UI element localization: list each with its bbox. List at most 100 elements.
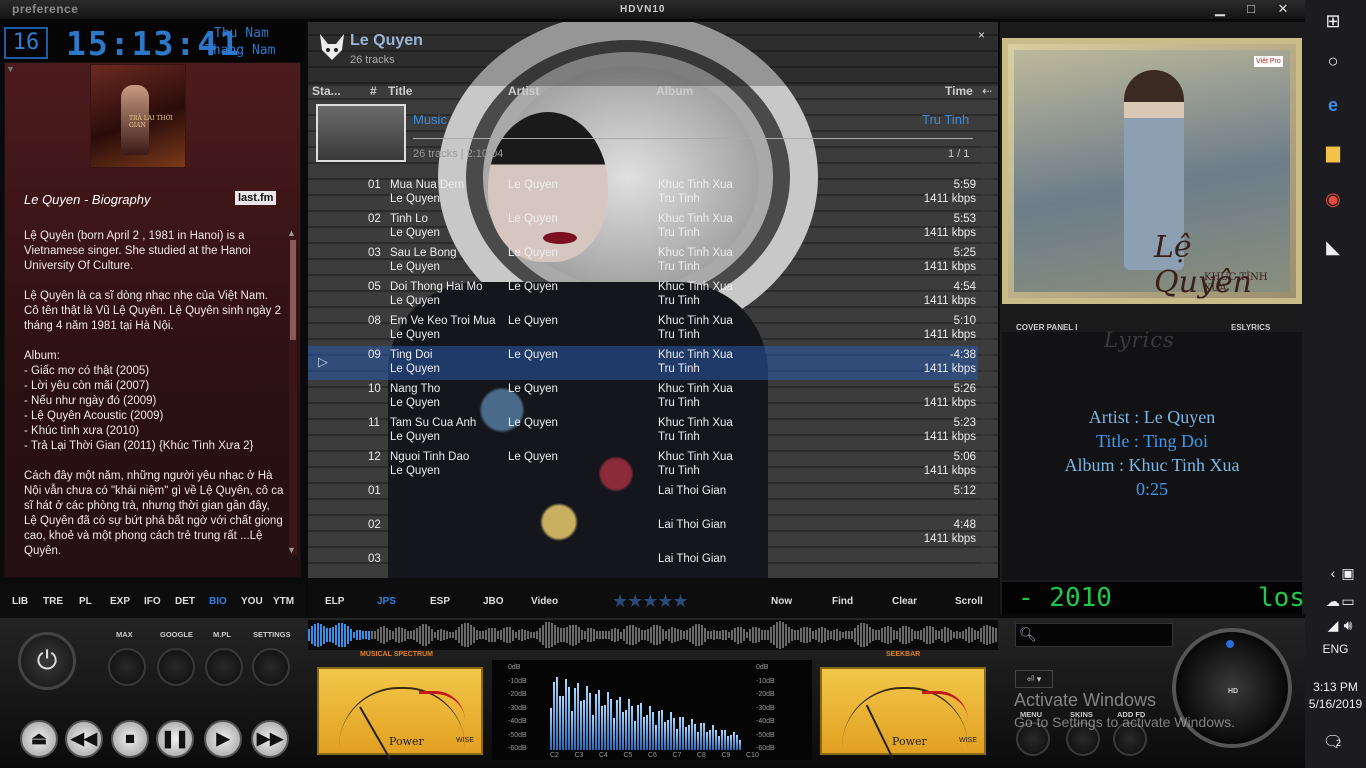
waveform-bar xyxy=(962,630,964,640)
freq-label: C6 xyxy=(648,752,657,759)
column-title[interactable]: Title xyxy=(388,84,412,98)
scroll-down-icon[interactable]: ▼ xyxy=(287,545,296,555)
table-row[interactable]: 02 Tinh Lo Le Quyen Le Quyen Khuc Tinh Xua Tr… xyxy=(308,210,978,244)
tab-you[interactable]: YOU xyxy=(241,596,263,607)
search-icon[interactable]: 🔍︎ xyxy=(1019,626,1037,643)
tab-jps[interactable]: JPS xyxy=(377,596,396,607)
table-row[interactable]: 12 Nguoi Tinh Dao Le Quyen Le Quyen Khuc Tin… xyxy=(308,448,978,482)
back-arrow-icon[interactable]: ⇠ xyxy=(982,84,992,98)
rating-stars[interactable]: ★★★★★ xyxy=(612,591,689,612)
notification-icon[interactable]: 🗨︎ xyxy=(1318,728,1348,758)
waveform-bar xyxy=(572,624,574,646)
search-input[interactable] xyxy=(1015,623,1173,647)
collapse-arrow-icon[interactable]: ▼ xyxy=(6,64,15,74)
tab-ytm[interactable]: YTM xyxy=(273,596,294,607)
table-row[interactable]: 10 Nang Tho Le Quyen Le Quyen Khuc Tinh Xua T… xyxy=(308,380,978,414)
preference-menu[interactable]: preference xyxy=(12,2,78,16)
tab-exp[interactable]: EXP xyxy=(110,596,130,607)
day-number: 16 xyxy=(4,27,48,59)
tray-app-icon[interactable]: ▣ xyxy=(1333,558,1363,588)
tab-bio[interactable]: BIO xyxy=(209,596,227,607)
now-button[interactable]: Now xyxy=(771,596,792,607)
table-row[interactable]: 03 Lai Thoi Gian xyxy=(308,550,978,578)
db-label-right: -20dB xyxy=(756,691,775,698)
taskbar-date[interactable]: 5/16/2019 xyxy=(1305,697,1366,711)
tab-lib[interactable]: LIB xyxy=(12,596,28,607)
rewind-button[interactable]: ◀◀ xyxy=(65,720,103,758)
volume-knob[interactable]: HD xyxy=(1172,628,1292,748)
minimize-button[interactable]: ▁ xyxy=(1205,0,1235,20)
eject-button[interactable]: ⏏ xyxy=(20,720,58,758)
scroll-up-icon[interactable]: ▲ xyxy=(287,228,296,238)
language-indicator[interactable]: ENG xyxy=(1305,642,1366,656)
spectrum-bar xyxy=(610,699,612,750)
tab-video[interactable]: Video xyxy=(531,596,558,607)
playlist-scrollbar[interactable] xyxy=(981,140,993,578)
cortana-icon[interactable]: ○ xyxy=(1318,46,1348,76)
table-row[interactable]: 01 Lai Thoi Gian 5:12 xyxy=(308,482,978,516)
max-knob[interactable] xyxy=(108,648,146,686)
edge-icon[interactable]: e xyxy=(1318,90,1348,120)
waveform-bar xyxy=(593,629,595,641)
waveform-bar xyxy=(725,630,727,640)
spectrum-bar xyxy=(658,711,660,750)
playlist-close-button[interactable]: × xyxy=(978,28,985,42)
google-knob[interactable] xyxy=(157,648,195,686)
power-button[interactable]: ⏻ xyxy=(18,632,76,690)
waveform-bar xyxy=(371,630,373,640)
freq-label: C10 xyxy=(746,752,759,759)
column-number[interactable]: # xyxy=(370,84,377,98)
table-row[interactable]: 11 Tam Su Cua Anh Le Quyen Le Quyen Khuc Tin… xyxy=(308,414,978,448)
spectrum-bar xyxy=(700,723,702,750)
column-status[interactable]: Sta... xyxy=(312,84,341,98)
tab-elp[interactable]: ELP xyxy=(325,596,344,607)
play-button[interactable]: ▶ xyxy=(204,720,242,758)
foobar-icon[interactable]: ◣ xyxy=(1318,232,1348,262)
lastfm-source-button[interactable]: last.fm xyxy=(235,191,277,205)
windows-start-icon[interactable]: ⊞ xyxy=(1318,6,1348,36)
stop-button[interactable]: ■ xyxy=(111,720,149,758)
tab-jbo[interactable]: JBO xyxy=(483,596,504,607)
volume-icon[interactable]: 🔊︎ xyxy=(1333,610,1363,640)
table-row[interactable]: 05 Doi Thong Hai Mo Le Quyen Le Quyen Khuc T… xyxy=(308,278,978,312)
file-explorer-icon[interactable]: ▆ xyxy=(1318,137,1348,167)
track-genre: Tru Tinh xyxy=(658,363,700,375)
forward-button[interactable]: ▶▶ xyxy=(251,720,289,758)
settings-knob[interactable] xyxy=(252,648,290,686)
waveform-bar xyxy=(521,629,523,641)
musical-spectrum-label: MUSICAL SPECTRUM xyxy=(360,651,433,658)
find-button[interactable]: Find xyxy=(832,596,853,607)
column-time[interactable]: Time xyxy=(945,84,973,98)
table-row[interactable]: 03 Sau Le Bong Le Quyen Le Quyen Khuc Tinh X… xyxy=(308,244,978,278)
table-row[interactable]: 01 Mua Nua Dem Le Quyen Le Quyen Khuc Tinh X… xyxy=(308,176,978,210)
waveform-seekbar[interactable] xyxy=(308,620,998,650)
scroll-button[interactable]: Scroll xyxy=(955,596,983,607)
column-artist[interactable]: Artist xyxy=(508,84,539,98)
tab-pl[interactable]: PL xyxy=(79,596,92,607)
output-device-button[interactable]: ⏎ ▾ xyxy=(1015,670,1053,688)
table-row[interactable]: 09 Ting Doi Le Quyen Le Quyen Khuc Tinh Xua T… xyxy=(308,346,978,380)
cover-panel-label[interactable]: COVER PANEL I xyxy=(1016,323,1078,332)
table-row[interactable]: 02 Lai Thoi Gian 4:48 1411 kbps xyxy=(308,516,978,550)
spectrum-bar xyxy=(562,695,564,750)
waveform-bar xyxy=(620,631,622,639)
table-row[interactable]: 08 Em Ve Keo Troi Mua Le Quyen Le Quyen Khuc… xyxy=(308,312,978,346)
close-button[interactable]: ✕ xyxy=(1268,0,1298,20)
column-album[interactable]: Album xyxy=(656,84,693,98)
spectrum-bar xyxy=(727,736,729,750)
biography-scrollbar[interactable] xyxy=(289,230,297,555)
tab-esp[interactable]: ESP xyxy=(430,596,450,607)
waveform-bar xyxy=(935,629,937,641)
mpl-knob[interactable] xyxy=(205,648,243,686)
chrome-icon[interactable]: ◉ xyxy=(1318,184,1348,214)
pause-button[interactable]: ❚❚ xyxy=(156,720,194,758)
maximize-button[interactable]: □ xyxy=(1236,0,1266,20)
spectrum-bar xyxy=(676,728,678,750)
taskbar-time[interactable]: 3:13 PM xyxy=(1305,680,1366,694)
tab-tre[interactable]: TRE xyxy=(43,596,63,607)
tab-ifo[interactable]: IFO xyxy=(144,596,161,607)
eslyrics-label[interactable]: ESLYRICS xyxy=(1231,323,1270,332)
clear-button[interactable]: Clear xyxy=(892,596,917,607)
spectrum-bar xyxy=(580,701,582,750)
tab-det[interactable]: DET xyxy=(175,596,195,607)
